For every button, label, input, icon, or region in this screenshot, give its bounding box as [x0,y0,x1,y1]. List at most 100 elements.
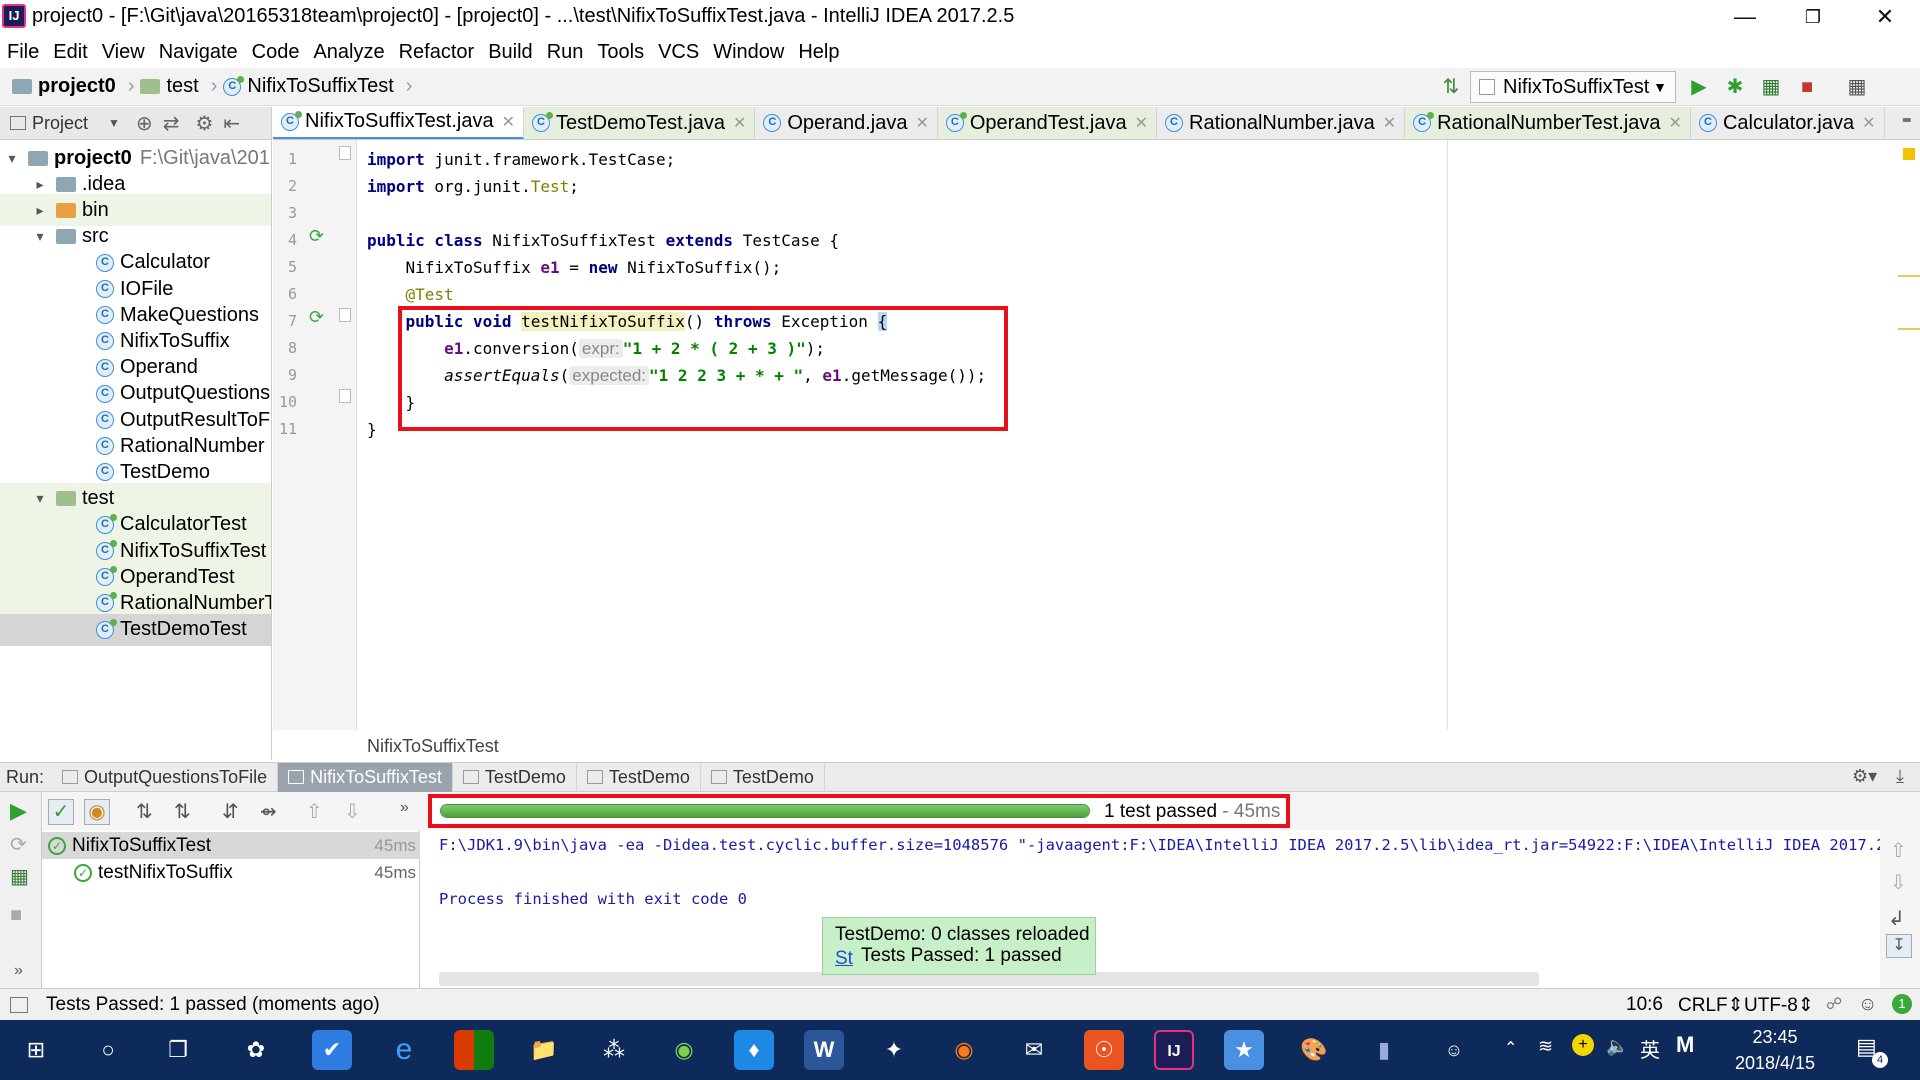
sort-alpha-icon[interactable]: ⇅ [136,799,153,824]
close-tab-icon[interactable]: ✕ [1862,113,1875,133]
close-icon[interactable]: ✕ [1856,0,1914,34]
people-icon[interactable]: ☺ [1434,1030,1474,1070]
menu-tools[interactable]: Tools [590,36,651,68]
editor-tab[interactable]: C OperandTest.java ✕ [937,107,1158,139]
clock[interactable]: 23:45 2018/4/15 [1725,1024,1825,1076]
rerun-failed-icon[interactable]: ⟳ [10,832,27,857]
minimize-icon[interactable]: — [1716,0,1774,34]
close-tab-icon[interactable]: ✕ [733,113,746,133]
wechat-icon[interactable]: ◉ [664,1030,704,1070]
notification-link[interactable]: St [835,948,853,970]
more-icon[interactable]: » [400,799,409,817]
breadcrumb-project[interactable]: project0 [12,75,116,98]
project-structure-icon[interactable]: ▦ [1844,74,1870,100]
office-icon[interactable] [454,1030,494,1070]
tree-item[interactable]: C TestDemoTest [0,613,271,646]
editor-tab[interactable]: C Calculator.java ✕ [1691,107,1885,139]
arrow-up-icon[interactable]: ⇧ [306,799,323,824]
encoding-selector[interactable]: UTF-8⇕ [1744,994,1814,1017]
app-satellite-icon[interactable]: ✦ [874,1030,914,1070]
chevron-down-icon[interactable]: ▼ [108,116,120,130]
editor-tab[interactable]: C NifixToSuffixTest.java ✕ [273,107,524,139]
lock-icon[interactable]: ☍ [1826,994,1842,1014]
menu-file[interactable]: File [0,36,46,68]
menu-run[interactable]: Run [540,36,591,68]
menu-build[interactable]: Build [481,36,539,68]
soft-wrap-icon[interactable]: ↲ [1888,906,1905,931]
app-mail-icon[interactable]: ✔ [312,1030,352,1070]
event-log-badge[interactable]: 1 [1892,994,1912,1014]
arrow-down-icon[interactable]: ⇩ [344,799,361,824]
menu-view[interactable]: View [95,36,152,68]
wifi-icon[interactable]: ≋ [1538,1036,1553,1057]
coverage-icon[interactable]: ▦ [1758,74,1784,100]
inspector-icon[interactable]: ☺ [1858,994,1877,1016]
firefox-icon[interactable]: ◉ [944,1030,984,1070]
line-separator-selector[interactable]: CRLF⇕ [1678,994,1744,1017]
editor-tab[interactable]: C RationalNumber.java ✕ [1157,107,1406,139]
code-editor[interactable]: import junit.framework.TestCase; import … [358,140,1920,730]
run-test-gutter-icon[interactable]: ⟳ [309,307,324,328]
more-icon[interactable]: » [14,962,23,980]
windows-start-icon[interactable]: ⊞ [16,1030,56,1070]
toggle-tool-windows-icon[interactable] [10,996,28,1013]
volume-icon[interactable]: 🔈 [1606,1036,1628,1057]
ubuntu-icon[interactable]: ☉ [1084,1030,1124,1070]
run-test-gutter-icon[interactable]: ⟳ [309,226,324,247]
sort-duration-icon[interactable]: ⇅ [174,799,191,824]
edge-browser-icon[interactable]: e [384,1030,424,1070]
run-tab[interactable]: TestDemo [577,762,701,792]
editor-tab[interactable]: C Operand.java ✕ [755,107,938,139]
menu-edit[interactable]: Edit [46,36,94,68]
run-icon[interactable]: ▶ [1686,74,1712,100]
word-icon[interactable]: W [804,1030,844,1070]
app-notebook-icon[interactable]: ▮ [1364,1030,1404,1070]
fold-marker-icon[interactable] [339,308,351,322]
menu-navigate[interactable]: Navigate [152,36,245,68]
app-network-icon[interactable]: ⁂ [594,1030,634,1070]
arrow-down-icon[interactable]: ⇩ [1890,870,1907,895]
intellij-taskbar-icon[interactable]: IJ [1154,1030,1194,1070]
scroll-from-source-icon[interactable]: ⊕ [136,111,153,136]
breadcrumb-file[interactable]: C NifixToSuffixTest [223,75,394,98]
collapsed-arrow-icon[interactable]: ▸ [32,202,48,219]
console-output[interactable]: F:\JDK1.9\bin\java -ea -Didea.test.cycli… [421,830,1880,988]
close-tab-icon[interactable]: ✕ [1669,113,1682,133]
ime-mode-icon[interactable]: M [1676,1032,1694,1058]
expanded-arrow-icon[interactable]: ▾ [4,150,20,167]
expanded-arrow-icon[interactable]: ▾ [32,228,48,245]
editor-tab[interactable]: C TestDemoTest.java ✕ [524,107,756,139]
app-notification-icon[interactable]: ♦ [734,1030,774,1070]
close-tab-icon[interactable]: ✕ [915,113,928,133]
close-tab-icon[interactable]: ✕ [1383,113,1396,133]
collapsed-arrow-icon[interactable]: ▸ [32,176,48,193]
run-tab[interactable]: OutputQuestionsToFile [52,762,279,792]
test-suite-row[interactable]: ✓ NifixToSuffixTest 45ms [42,832,420,859]
hide-panel-icon[interactable]: ⇤ [223,111,240,136]
debug-icon[interactable]: ▦ [10,864,29,889]
collapse-all-icon[interactable]: ⇄ [163,111,180,136]
breadcrumb-test[interactable]: test [140,75,199,98]
close-tab-icon[interactable]: ✕ [502,112,515,132]
hide-panel-icon[interactable]: ⤓ [1896,766,1904,787]
restore-icon[interactable]: ❐ [1784,0,1842,34]
debug-icon[interactable]: ✱ [1722,74,1748,100]
run-tab[interactable]: TestDemo [453,762,577,792]
run-configuration-selector[interactable]: NifixToSuffixTest ▼ [1470,71,1676,103]
expanded-arrow-icon[interactable]: ▾ [32,490,48,507]
test-case-row[interactable]: ✓ testNifixToSuffix 45ms [42,859,420,886]
paint-icon[interactable]: 🎨 [1294,1030,1334,1070]
project-panel-title[interactable]: Project [32,113,88,134]
tab-overflow-icon[interactable]: ⁼ [1893,107,1920,139]
menu-analyze[interactable]: Analyze [306,36,391,68]
app-star-icon[interactable]: ★ [1224,1030,1264,1070]
vcs-update-icon[interactable]: ⇅ [1438,74,1464,100]
app-pinwheel-icon[interactable]: ✿ [236,1030,276,1070]
run-tab[interactable]: NifixToSuffixTest [278,762,453,792]
close-tab-icon[interactable]: ✕ [1135,113,1148,133]
fold-marker-icon[interactable] [339,146,351,160]
gear-icon[interactable]: ⚙ [195,111,213,136]
notification-balloon[interactable]: TestDemo: 0 classes reloaded St Tests Pa… [822,917,1096,975]
show-ignored-icon[interactable]: ◉ [84,799,110,825]
input-method-indicator[interactable]: 英 [1640,1034,1660,1063]
